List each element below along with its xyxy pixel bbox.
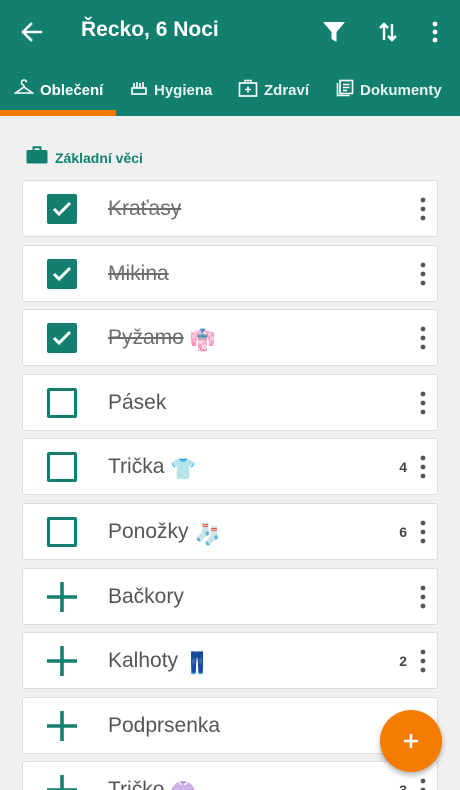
item-label: Trička 👕 bbox=[108, 455, 197, 482]
item-label: Pásek bbox=[108, 391, 166, 415]
add-icon[interactable] bbox=[45, 773, 79, 790]
item-label: Tričko 👚 bbox=[108, 778, 197, 790]
item-label-text: Tričko bbox=[108, 778, 165, 790]
list-item[interactable]: Kalhoty 👖 2 bbox=[22, 632, 438, 690]
item-label: Kalhoty 👖 bbox=[108, 649, 210, 676]
item-emoji: 🧦 bbox=[194, 523, 221, 546]
item-emoji: 👚 bbox=[170, 781, 196, 790]
list-item[interactable]: Kraťasy bbox=[22, 180, 438, 237]
app-bar: Řecko, 6 Noci Oblečení Hygiena Zdraví Do… bbox=[0, 0, 460, 116]
item-label-text: Trička bbox=[108, 455, 165, 479]
item-label: Ponožky 🧦 bbox=[108, 520, 221, 547]
item-label-text: Pyžamo bbox=[108, 326, 184, 350]
add-icon[interactable] bbox=[45, 580, 79, 614]
item-count: 3 bbox=[399, 782, 407, 790]
tab-dokumenty[interactable]: Dokumenty bbox=[336, 70, 442, 110]
list-item[interactable]: Tričko 👚 3 bbox=[22, 761, 438, 790]
item-label: Kraťasy bbox=[108, 197, 181, 221]
item-label-text: Pásek bbox=[108, 390, 167, 414]
checkbox-checked[interactable] bbox=[47, 194, 77, 224]
item-more-icon[interactable] bbox=[419, 391, 427, 415]
item-more-icon[interactable] bbox=[419, 326, 427, 350]
item-label: Podprsenka bbox=[108, 714, 220, 738]
suitcase-icon bbox=[26, 146, 48, 169]
list-item[interactable]: Bačkory bbox=[22, 567, 438, 625]
list-item[interactable]: Pyžamo 👘 bbox=[22, 309, 438, 367]
checkbox-checked[interactable] bbox=[47, 323, 77, 354]
item-more-icon[interactable] bbox=[419, 585, 427, 609]
item-label-text: Podprsenka bbox=[108, 713, 221, 737]
checkbox-unchecked[interactable] bbox=[47, 387, 77, 418]
hanger-icon bbox=[12, 79, 36, 101]
tab-label: Hygiena bbox=[154, 81, 213, 99]
item-label: Mikina bbox=[108, 262, 169, 286]
documents-icon bbox=[336, 79, 354, 101]
more-vert-icon[interactable] bbox=[417, 14, 453, 50]
tab-zdravi[interactable]: Zdraví bbox=[238, 70, 309, 110]
item-emoji: 👕 bbox=[170, 458, 197, 482]
item-label: Pyžamo 👘 bbox=[108, 326, 216, 353]
tab-label: Zdraví bbox=[264, 81, 310, 99]
item-label-text: Mikina bbox=[108, 261, 169, 285]
tab-hygiena[interactable]: Hygiena bbox=[130, 70, 212, 110]
toolbar: Řecko, 6 Noci bbox=[0, 0, 460, 64]
section-header: Základní věci bbox=[26, 146, 143, 169]
item-emoji: 👘 bbox=[189, 329, 217, 353]
item-label-text: Kraťasy bbox=[108, 197, 182, 220]
item-more-icon[interactable] bbox=[419, 649, 427, 673]
add-icon[interactable] bbox=[45, 644, 79, 678]
filter-icon[interactable] bbox=[316, 14, 352, 50]
sort-icon[interactable] bbox=[370, 14, 406, 50]
plus-icon bbox=[404, 734, 418, 748]
toothbrush-icon bbox=[130, 79, 148, 101]
item-more-icon[interactable] bbox=[419, 520, 427, 544]
item-label-text: Ponožky bbox=[108, 520, 189, 543]
list-item[interactable]: Pásek bbox=[22, 373, 438, 431]
back-arrow-icon[interactable] bbox=[16, 16, 48, 48]
item-label: Bačkory bbox=[108, 585, 184, 609]
list-item[interactable]: Trička 👕 4 bbox=[22, 438, 438, 496]
tab-label: Oblečení bbox=[40, 81, 104, 99]
tab-active-indicator bbox=[0, 110, 116, 116]
item-count: 2 bbox=[399, 653, 407, 670]
add-item-fab[interactable] bbox=[380, 710, 442, 772]
item-more-icon[interactable] bbox=[419, 262, 427, 286]
item-label-text: Kalhoty bbox=[108, 649, 179, 673]
item-more-icon[interactable] bbox=[419, 778, 427, 790]
checkbox-checked[interactable] bbox=[47, 258, 77, 289]
page-title: Řecko, 6 Noci bbox=[81, 18, 219, 41]
checkbox-unchecked[interactable] bbox=[47, 452, 77, 483]
checkbox-unchecked[interactable] bbox=[47, 517, 77, 547]
item-label-text: Bačkory bbox=[108, 584, 184, 608]
item-count: 4 bbox=[399, 459, 407, 476]
item-emoji: 👖 bbox=[184, 652, 211, 676]
list-item[interactable]: Podprsenka bbox=[22, 696, 438, 754]
list-item[interactable]: Mikina bbox=[22, 244, 438, 302]
add-icon[interactable] bbox=[45, 709, 79, 743]
item-count: 6 bbox=[399, 524, 407, 540]
tab-obleceni[interactable]: Oblečení bbox=[12, 70, 104, 110]
medical-kit-icon bbox=[238, 79, 258, 101]
item-more-icon[interactable] bbox=[419, 197, 427, 221]
section-label: Základní věci bbox=[55, 149, 143, 166]
item-more-icon[interactable] bbox=[419, 455, 427, 479]
list-item[interactable]: Ponožky 🧦 6 bbox=[22, 503, 438, 560]
tab-label: Dokumenty bbox=[360, 81, 442, 99]
